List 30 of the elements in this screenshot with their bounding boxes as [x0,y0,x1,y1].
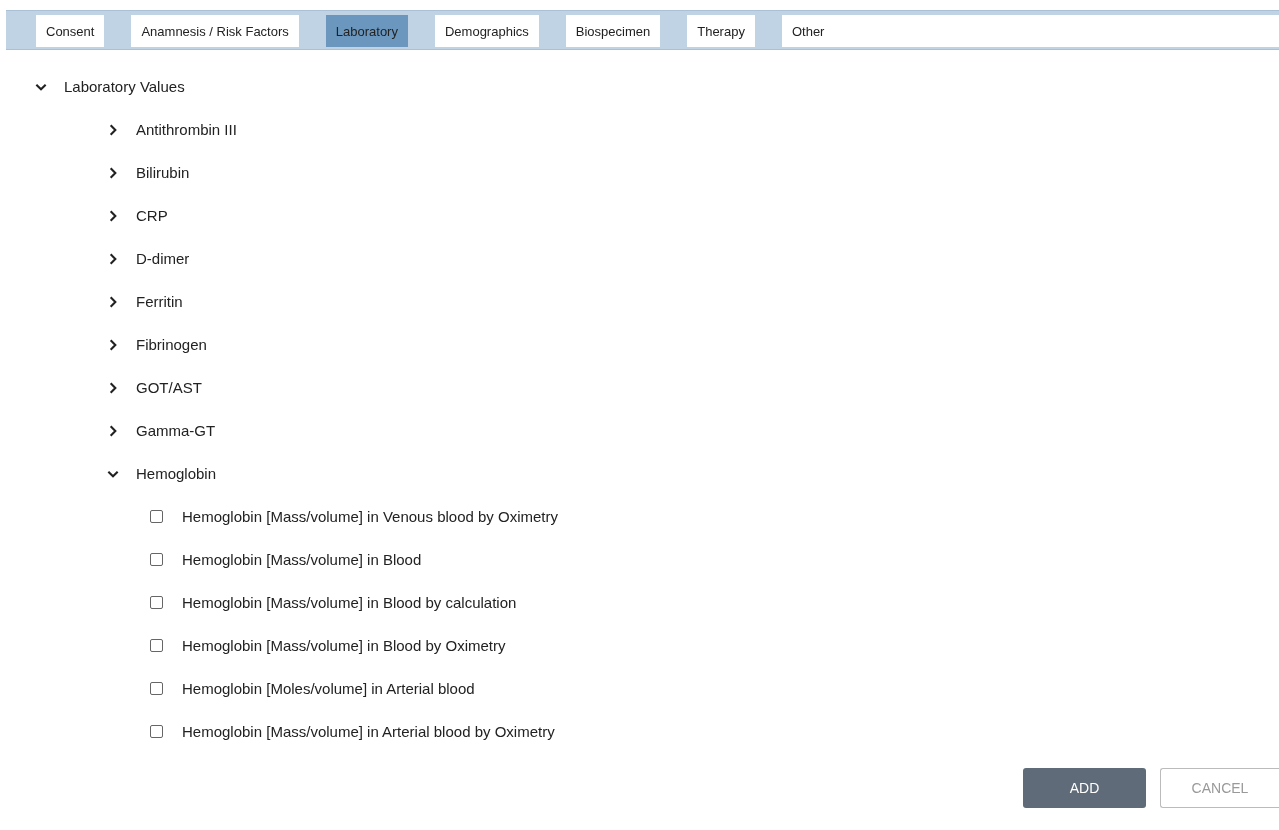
tree-item[interactable]: CRP [136,207,168,224]
checkbox-label[interactable]: Hemoglobin [Mass/volume] in Blood by calculation [182,594,517,611]
checkbox-label[interactable]: Hemoglobin [Mass/volume] in Arterial blood by Oximetry [182,723,555,740]
tree-item[interactable]: Fibrinogen [136,336,207,353]
tree-item[interactable]: Ferritin [136,293,183,310]
checkbox-label[interactable]: Hemoglobin [Mass/volume] in Venous blood by Oximetry [182,508,558,525]
tree-item[interactable]: Hemoglobin [136,465,217,482]
checkbox-label[interactable]: Hemoglobin [Moles/volume] in Arterial blood [182,680,475,697]
checkbox[interactable] [150,596,163,609]
tree-item[interactable]: Gamma-GT [136,422,216,439]
checkbox-label[interactable]: Hemoglobin [Mass/volume] in Blood by Oximetry [182,637,506,654]
checkbox[interactable] [150,553,163,566]
tree-item[interactable]: Bilirubin [136,164,190,181]
add-button[interactable]: ADD [1023,768,1146,808]
tab[interactable]: Consent [36,15,105,47]
checkbox-label[interactable]: Hemoglobin [Mass/volume] in Blood [182,551,422,568]
checkbox[interactable] [150,682,163,695]
tab[interactable]: Anamnesis / Risk Factors [131,15,299,47]
tree-item[interactable]: D-dimer [136,250,190,267]
tab[interactable]: Demographics [434,15,539,47]
checkbox[interactable] [150,725,163,738]
tab[interactable]: Biospecimen [565,15,661,47]
checkbox[interactable] [150,510,163,523]
tree-item[interactable]: GOT/AST [136,379,202,396]
tab[interactable]: Therapy [687,15,755,47]
tab[interactable]: Laboratory [325,15,408,47]
tab[interactable]: Other [781,15,1279,47]
checkbox[interactable] [150,639,163,652]
tree-item[interactable]: Laboratory Values [64,78,185,95]
tree-item[interactable]: Antithrombin III [136,121,237,138]
